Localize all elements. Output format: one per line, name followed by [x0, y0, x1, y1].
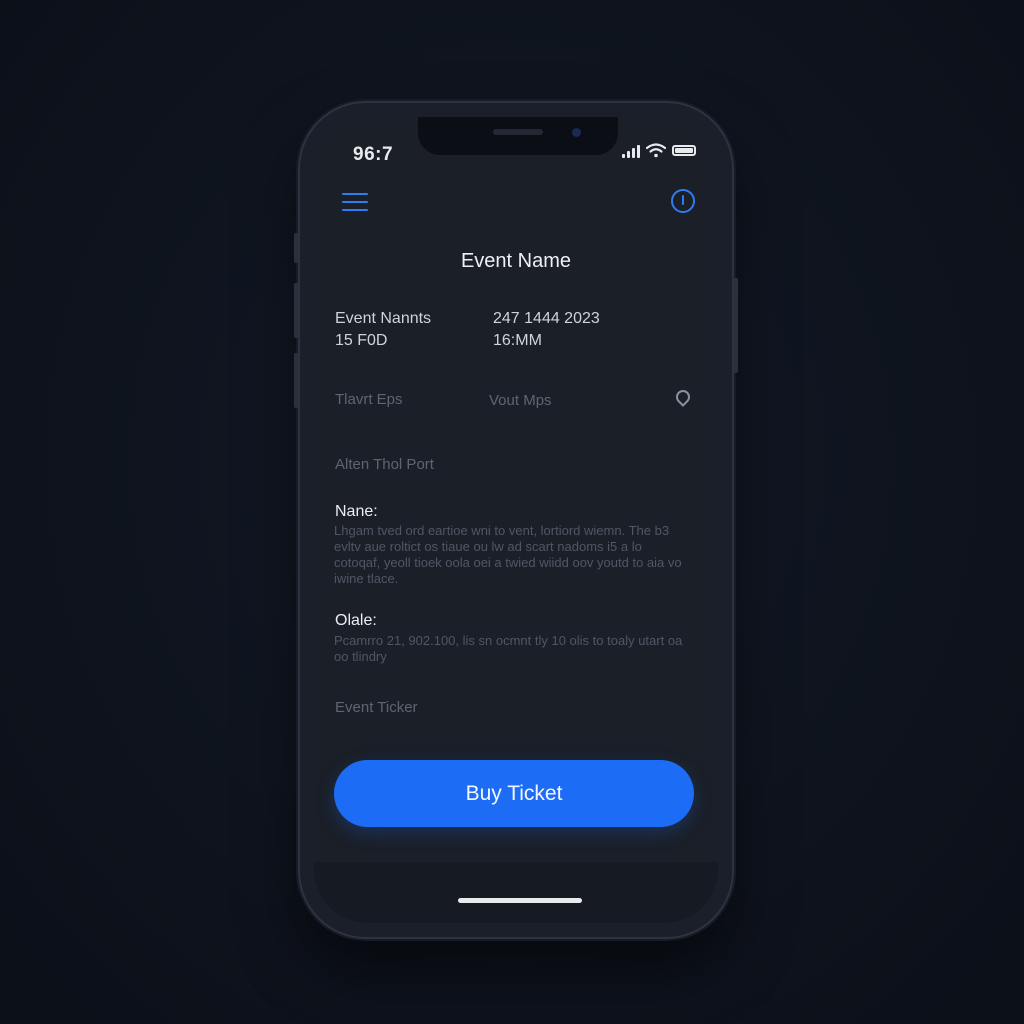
status-icons [622, 143, 696, 158]
home-indicator[interactable] [458, 898, 582, 903]
info-icon[interactable] [671, 189, 695, 213]
scene: 96:7 Event Name Event Nannts 15 F0D 247 [0, 0, 1024, 1024]
event-name-text: Event Nannts [335, 310, 432, 327]
buy-ticket-button[interactable]: Buy Ticket [334, 760, 694, 827]
wifi-icon [646, 143, 666, 158]
date-description: Pcamrro 21, 902.100, lis sn ocmnt tly 10… [334, 633, 683, 664]
phone-frame: 96:7 Event Name Event Nannts 15 F0D 247 [294, 103, 738, 937]
power-button [733, 278, 738, 373]
location-pin-icon[interactable] [673, 387, 693, 407]
notch [418, 117, 618, 155]
venue-label: Tlavrt Eps [335, 391, 403, 408]
front-camera [572, 128, 581, 137]
name-description: Lhgam tved ord eartioe wni to vent, lort… [334, 523, 682, 586]
bottom-bar [314, 862, 718, 923]
venue-map-label: Vout Mps [489, 392, 552, 409]
event-date-text: 247 1444 2023 [493, 310, 600, 327]
volume-up-button [294, 283, 299, 338]
battery-icon [672, 145, 696, 156]
date-label: Olale: [335, 612, 377, 629]
name-label: Nane: [335, 503, 378, 520]
mute-switch [294, 233, 299, 263]
event-time-text: 16:MM [493, 332, 542, 349]
page-title: Event Name [460, 250, 572, 272]
event-ticker-label: Event Ticker [335, 699, 418, 716]
section-hint: Alten Thol Port [335, 456, 434, 473]
menu-icon[interactable] [342, 193, 368, 213]
event-code-text: 15 F0D [335, 332, 388, 349]
status-time: 96:7 [353, 144, 394, 165]
signal-icon [622, 144, 640, 158]
volume-down-button [294, 353, 299, 408]
speaker-grille [493, 129, 543, 135]
phone-screen: 96:7 Event Name Event Nannts 15 F0D 247 [314, 117, 718, 923]
